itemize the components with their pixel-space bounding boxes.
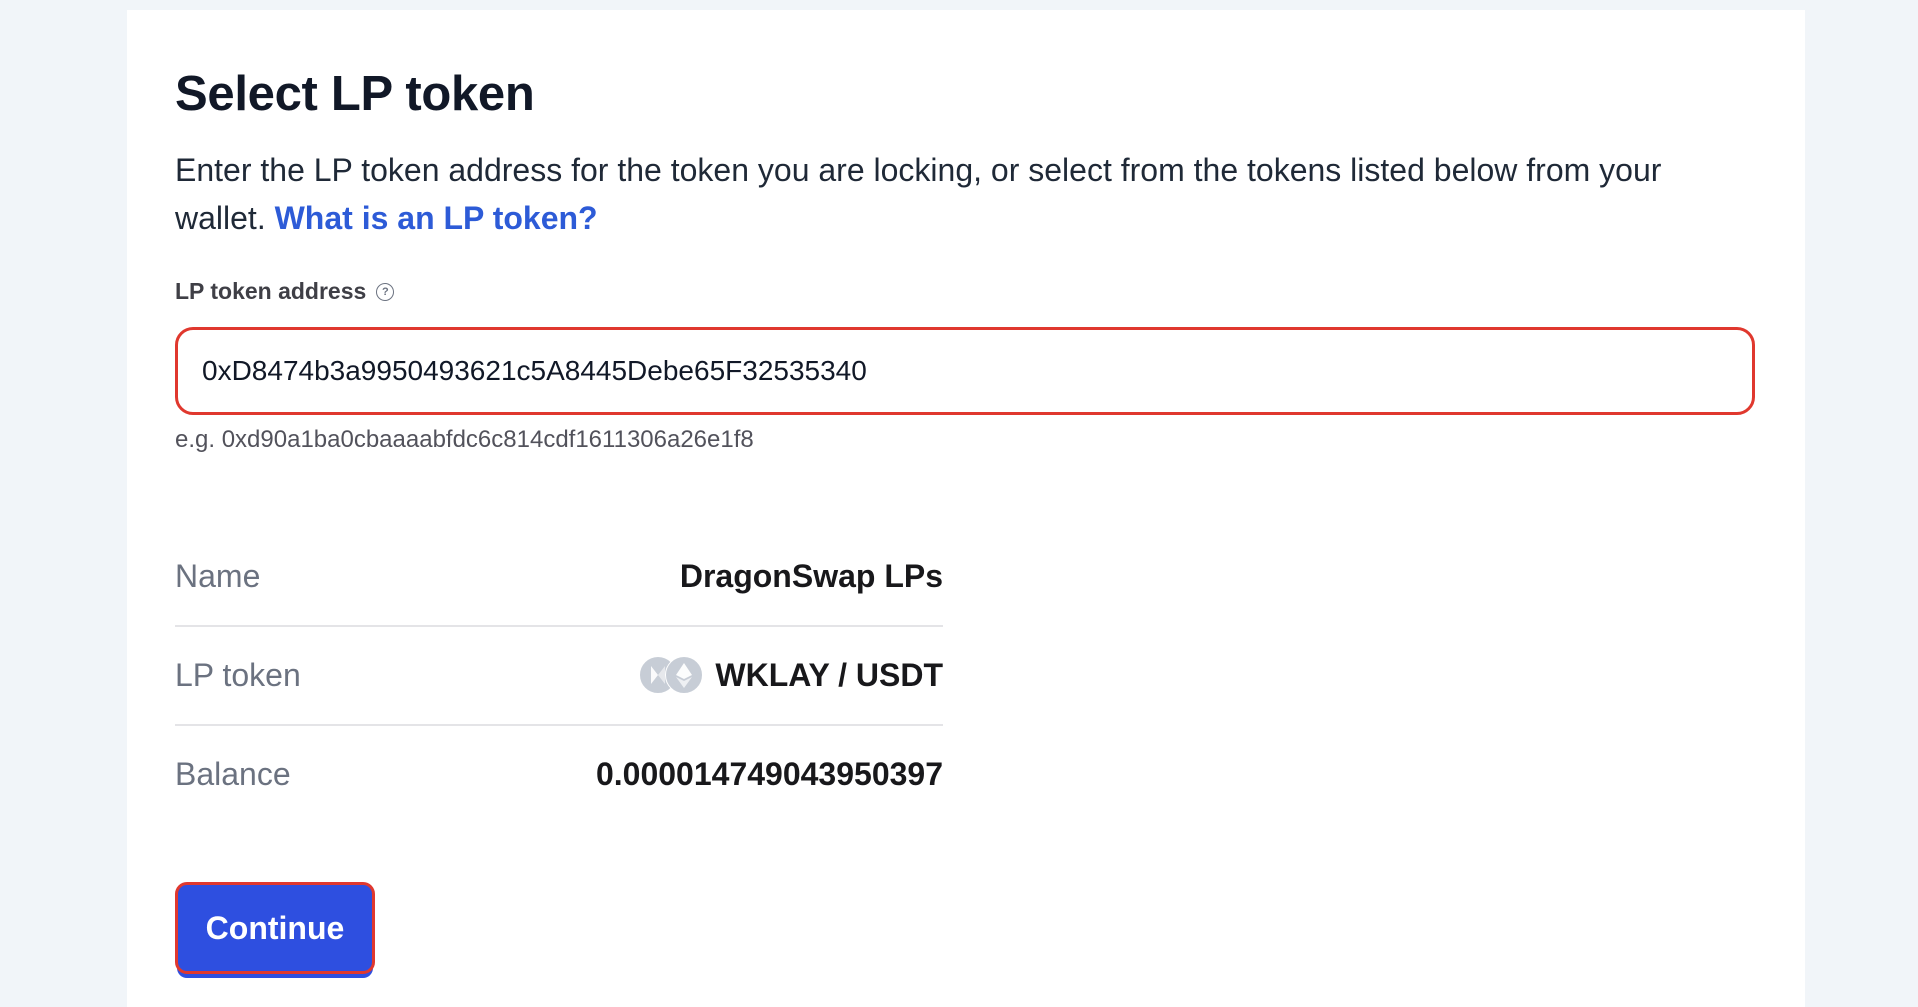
lp-address-label: LP token address ? (175, 278, 1755, 305)
token-name-label: Name (175, 557, 261, 594)
ethereum-icon (665, 656, 704, 695)
page-description: Enter the LP token address for the token… (175, 146, 1735, 242)
lp-select-card: Select LP token Enter the LP token addre… (127, 10, 1805, 1007)
balance-row: Balance 0.000014749043950397 (175, 726, 943, 823)
card-content: Select LP token Enter the LP token addre… (175, 65, 1755, 823)
lp-token-row: LP token WKLAY / USDT (175, 627, 943, 726)
lp-address-input[interactable] (175, 326, 1755, 415)
token-name-value: DragonSwap LPs (679, 557, 943, 594)
lp-pair-icons (639, 656, 704, 695)
balance-label: Balance (175, 755, 291, 792)
token-name-row: Name DragonSwap LPs (175, 528, 943, 627)
lp-address-label-text: LP token address (175, 277, 367, 304)
page-title: Select LP token (175, 67, 535, 121)
balance-value: 0.000014749043950397 (595, 755, 943, 792)
token-info-table: Name DragonSwap LPs LP token WKLAY / USD… (175, 528, 943, 823)
help-icon[interactable]: ? (376, 283, 395, 302)
continue-button[interactable]: Continue (175, 882, 375, 974)
address-example-hint: e.g. 0xd90a1ba0cbaaaabfdc6c814cdf1611306… (175, 425, 754, 453)
lp-token-value: WKLAY / USDT (715, 656, 943, 693)
lp-token-label: LP token (175, 656, 301, 693)
what-is-lp-token-link[interactable]: What is an LP token? (275, 200, 598, 236)
lp-token-value-wrap: WKLAY / USDT (639, 656, 943, 695)
